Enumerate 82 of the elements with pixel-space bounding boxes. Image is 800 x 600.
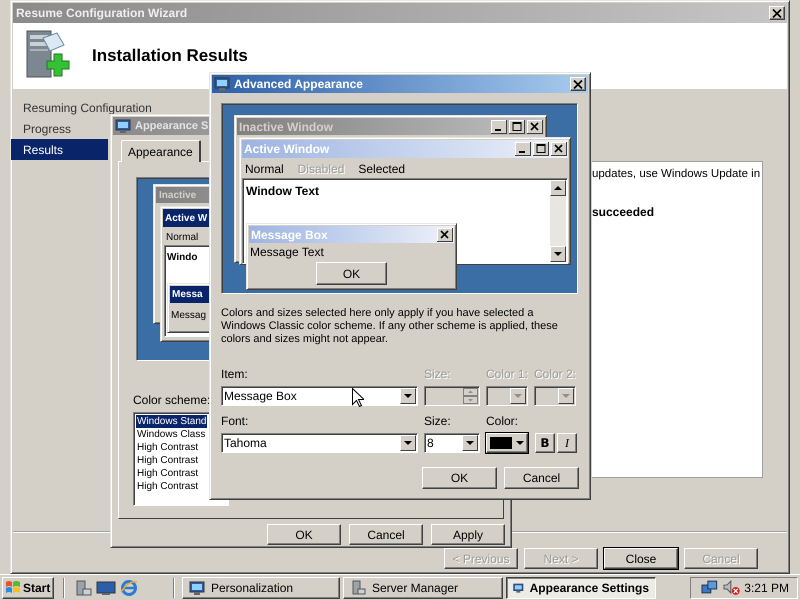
page-heading: Installation Results bbox=[92, 45, 248, 68]
dialog-button[interactable]: OK bbox=[422, 467, 497, 489]
window-text: Window Text bbox=[246, 184, 319, 198]
server-icon bbox=[350, 580, 366, 596]
list-item[interactable]: High Contrast bbox=[136, 467, 207, 480]
cursor-icon bbox=[352, 388, 364, 407]
close-icon bbox=[551, 142, 567, 156]
window-title: Messa bbox=[172, 288, 203, 302]
color-picker-button[interactable] bbox=[486, 433, 528, 453]
status-text: succeeded bbox=[592, 206, 656, 219]
dialog-button[interactable]: OK bbox=[267, 524, 341, 545]
window-title: Advanced Appearance bbox=[234, 76, 364, 93]
taskbar-button[interactable]: Personalization bbox=[182, 576, 340, 598]
caret-icon bbox=[510, 388, 526, 404]
dropdown[interactable]: Tahoma bbox=[221, 433, 418, 453]
italic-button[interactable]: I bbox=[557, 433, 577, 453]
field-label: Color: bbox=[486, 415, 518, 428]
window-title: Active Window bbox=[244, 141, 330, 158]
window-title: Inactive bbox=[159, 188, 196, 202]
close-button[interactable] bbox=[769, 6, 785, 20]
window-title: Resume Configuration Wizard bbox=[16, 5, 188, 22]
caret-icon bbox=[400, 388, 416, 404]
spinner-icon bbox=[463, 388, 478, 404]
list-item[interactable]: High Contrast bbox=[136, 441, 207, 454]
minimize-icon bbox=[491, 120, 507, 134]
menu-item: Disabled bbox=[298, 161, 344, 178]
globe-icon[interactable] bbox=[120, 578, 138, 596]
dialog-button[interactable]: Cancel bbox=[504, 467, 579, 489]
list-item[interactable]: Windows Stand bbox=[136, 415, 207, 428]
caret-icon bbox=[558, 388, 574, 404]
close-icon bbox=[573, 80, 583, 88]
speaker-muted-icon[interactable] bbox=[722, 580, 740, 596]
desktop-icon[interactable] bbox=[95, 578, 117, 596]
caret-icon bbox=[400, 435, 416, 451]
window-title: Appearance S bbox=[135, 118, 208, 134]
taskbar-button[interactable]: Appearance Settings bbox=[506, 576, 656, 598]
field-label: Font: bbox=[221, 415, 248, 428]
field-label: Color 2: bbox=[534, 368, 576, 381]
dialog-button[interactable]: Cancel bbox=[349, 524, 423, 545]
server-icon[interactable] bbox=[74, 578, 92, 596]
list-item[interactable]: High Contrast bbox=[136, 480, 207, 493]
monitor-icon bbox=[214, 76, 230, 92]
dropdown[interactable]: Message Box bbox=[221, 386, 418, 406]
clock-text: 3:21 PM bbox=[744, 580, 790, 596]
maximize-icon bbox=[509, 120, 525, 134]
message-text: Messag bbox=[170, 309, 206, 323]
close-icon bbox=[437, 228, 453, 242]
maximize-icon bbox=[533, 142, 549, 156]
window-title: Message Box bbox=[251, 226, 329, 244]
field-label: Item: bbox=[221, 368, 248, 381]
description-text: Colors and sizes selected here only apply if you have selected a Windows Classic color scheme. If any other scheme is applied, these colors and sizes might not appear. bbox=[221, 307, 559, 346]
close-button[interactable] bbox=[570, 77, 586, 91]
wizard-button[interactable]: Close bbox=[604, 548, 678, 569]
field-label: Size: bbox=[424, 368, 451, 381]
field-label: Color 1: bbox=[486, 368, 528, 381]
close-icon bbox=[527, 120, 543, 134]
step-item[interactable]: Results bbox=[11, 139, 108, 160]
start-logo-icon bbox=[5, 580, 21, 595]
field-label: Size: bbox=[424, 415, 451, 428]
step-item[interactable]: Resuming Configuration bbox=[11, 97, 156, 118]
monitor-icon bbox=[189, 580, 205, 596]
caret-icon bbox=[462, 435, 478, 451]
window-title: Active W bbox=[165, 212, 208, 226]
dropdown[interactable]: 8 bbox=[424, 433, 480, 453]
step-item[interactable]: Progress bbox=[11, 118, 108, 139]
monitor-icon bbox=[115, 118, 131, 134]
field-label: Color scheme: bbox=[133, 392, 210, 409]
network-icon[interactable] bbox=[701, 580, 719, 596]
window-text: Windo bbox=[167, 252, 198, 263]
tab[interactable]: Appearance bbox=[121, 140, 201, 162]
list-item[interactable]: High Contrast bbox=[136, 454, 207, 467]
start-button[interactable]: Start bbox=[2, 576, 54, 598]
close-icon bbox=[772, 8, 782, 18]
message-text: Message Text bbox=[249, 245, 324, 259]
taskbar-button[interactable]: Server Manager bbox=[343, 576, 503, 598]
caret-icon bbox=[516, 440, 524, 446]
bold-button[interactable]: B bbox=[535, 433, 555, 453]
list-item[interactable]: Windows Class bbox=[136, 428, 207, 441]
results-text: updates, use Windows Update in bbox=[592, 168, 762, 181]
minimize-icon bbox=[515, 142, 531, 156]
dialog-button[interactable]: Apply bbox=[431, 524, 505, 545]
window-title: Inactive Window bbox=[239, 118, 334, 136]
